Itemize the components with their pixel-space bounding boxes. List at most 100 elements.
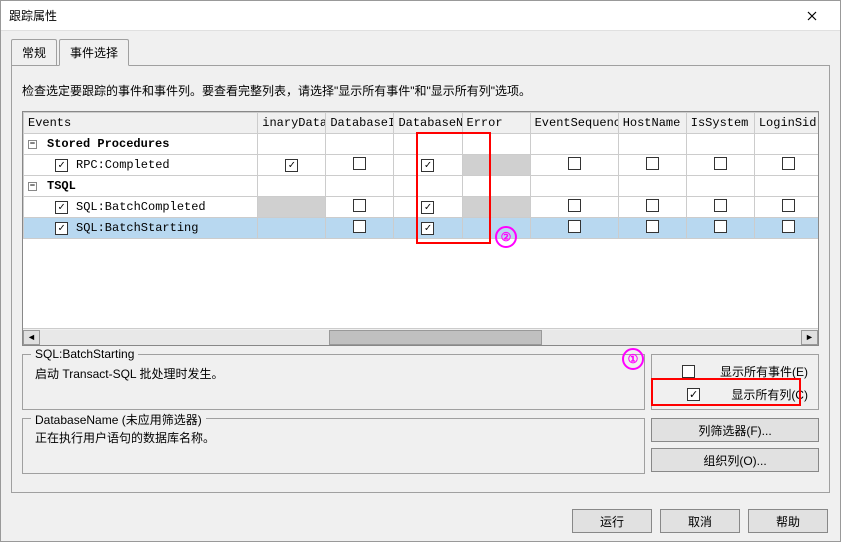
grid-cell[interactable] [394,134,462,155]
cell-checkbox[interactable]: ✓ [421,159,434,172]
window-title: 跟踪属性 [9,7,792,24]
col-issystem[interactable]: IsSystem [686,113,754,134]
scroll-thumb[interactable] [329,330,542,345]
run-button[interactable]: 运行 [572,509,652,533]
col-eventsequence[interactable]: EventSequence [530,113,618,134]
cell-checkbox[interactable] [353,199,366,212]
grid-cell[interactable] [462,155,530,176]
grid-cell[interactable] [462,134,530,155]
grid-cell[interactable] [258,197,326,218]
col-databaseid[interactable]: DatabaseID [326,113,394,134]
event-row[interactable]: ✓SQL:BatchCompleted✓ [24,197,819,218]
cell-checkbox[interactable] [782,199,795,212]
grid-cell[interactable] [754,155,818,176]
cell-checkbox[interactable] [714,157,727,170]
grid-cell[interactable]: ✓ [394,218,462,239]
cell-checkbox[interactable] [782,220,795,233]
tree-toggle[interactable]: − [28,182,37,191]
grid-cell[interactable] [618,134,686,155]
event-row[interactable]: ✓ SQL:BatchStarting ✓ [24,218,819,239]
horizontal-scrollbar[interactable]: ◄ ► [23,328,818,345]
tab-general[interactable]: 常规 [11,39,57,65]
grid-cell[interactable] [462,176,530,197]
show-all-events-checkbox[interactable] [682,365,695,378]
row-label: Stored Procedures [47,137,169,151]
cell-checkbox[interactable] [568,220,581,233]
grid-cell[interactable]: ✓ [394,197,462,218]
col-databasename[interactable]: DatabaseName [394,113,462,134]
grid-cell[interactable]: ✓ [394,155,462,176]
cell-checkbox[interactable] [646,157,659,170]
grid-cell[interactable] [258,134,326,155]
grid-cell[interactable] [618,176,686,197]
instruction-text: 检查选定要跟踪的事件和事件列。要查看完整列表，请选择"显示所有事件"和"显示所有… [22,82,819,99]
cell-checkbox[interactable] [782,157,795,170]
tab-event-selection[interactable]: 事件选择 [59,39,129,66]
grid-cell[interactable] [618,155,686,176]
cell-checkbox[interactable] [568,157,581,170]
col-binarydata[interactable]: inaryData [258,113,326,134]
grid-cell[interactable] [618,197,686,218]
grid-cell[interactable] [326,155,394,176]
show-all-columns-checkbox[interactable]: ✓ [687,388,700,401]
grid-cell[interactable] [326,197,394,218]
col-hostname[interactable]: HostName [618,113,686,134]
grid-cell[interactable] [462,218,530,239]
event-desc-title: SQL:BatchStarting [31,347,138,361]
cell-checkbox[interactable]: ✓ [421,222,434,235]
close-button[interactable] [792,2,832,30]
category-row[interactable]: − Stored Procedures [24,134,819,155]
grid-cell[interactable] [754,197,818,218]
cell-checkbox[interactable] [568,199,581,212]
grid-cell[interactable] [258,176,326,197]
event-row[interactable]: ✓ RPC:Completed ✓ ✓ [24,155,819,176]
row-label: SQL:BatchStarting [76,221,198,235]
cancel-button[interactable]: 取消 [660,509,740,533]
grid-cell[interactable] [754,218,818,239]
scroll-right-button[interactable]: ► [801,330,818,345]
category-row[interactable]: −TSQL [24,176,819,197]
grid-cell[interactable] [326,134,394,155]
grid-cell[interactable] [530,218,618,239]
cell-checkbox[interactable] [714,220,727,233]
grid-cell[interactable] [754,134,818,155]
grid-cell[interactable] [530,197,618,218]
grid-cell[interactable] [530,155,618,176]
grid-cell[interactable] [326,176,394,197]
grid-cell[interactable] [686,176,754,197]
grid-cell[interactable] [754,176,818,197]
cell-checkbox[interactable]: ✓ [421,201,434,214]
cell-checkbox[interactable] [646,220,659,233]
show-all-columns-label: 显示所有列(C) [731,386,808,403]
col-error[interactable]: Error [462,113,530,134]
event-checkbox[interactable]: ✓ [55,159,68,172]
tree-toggle[interactable]: − [28,140,37,149]
help-button[interactable]: 帮助 [748,509,828,533]
grid-cell[interactable] [686,134,754,155]
cell-checkbox[interactable]: ✓ [285,159,298,172]
grid-cell[interactable] [686,155,754,176]
cell-checkbox[interactable] [646,199,659,212]
organize-columns-button[interactable]: 组织列(O)... [651,448,819,472]
event-checkbox[interactable]: ✓ [55,222,68,235]
grid-cell[interactable] [258,218,326,239]
grid-cell[interactable] [326,218,394,239]
grid-cell[interactable] [462,197,530,218]
grid-cell[interactable] [530,134,618,155]
cell-checkbox[interactable] [353,220,366,233]
row-label: RPC:Completed [76,158,170,172]
table-header-row: Events inaryData DatabaseID DatabaseName… [24,113,819,134]
grid-cell[interactable]: ✓ [258,155,326,176]
grid-cell[interactable] [394,176,462,197]
col-events[interactable]: Events [24,113,258,134]
grid-cell[interactable] [618,218,686,239]
grid-cell[interactable] [686,197,754,218]
scroll-left-button[interactable]: ◄ [23,330,40,345]
column-filters-button[interactable]: 列筛选器(F)... [651,418,819,442]
cell-checkbox[interactable] [714,199,727,212]
col-loginsid[interactable]: LoginSid [754,113,818,134]
grid-cell[interactable] [686,218,754,239]
grid-cell[interactable] [530,176,618,197]
cell-checkbox[interactable] [353,157,366,170]
event-checkbox[interactable]: ✓ [55,201,68,214]
